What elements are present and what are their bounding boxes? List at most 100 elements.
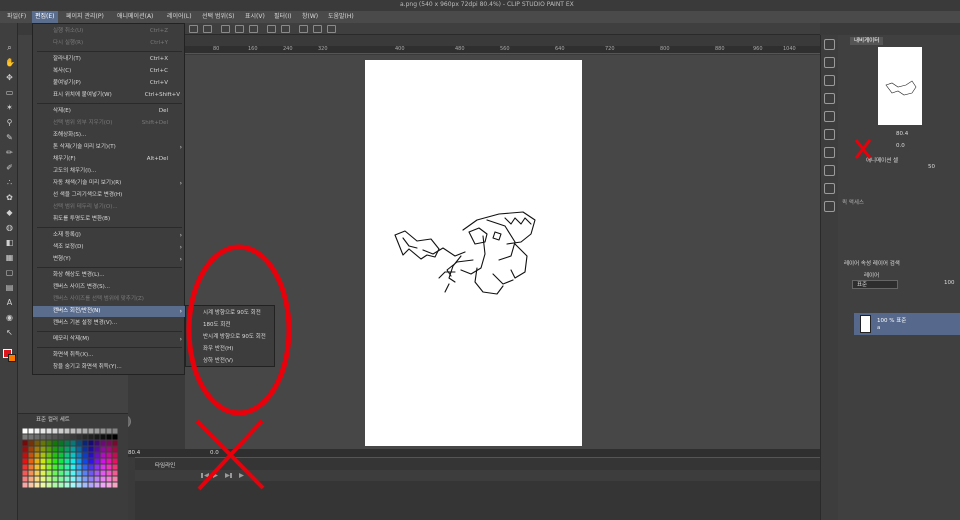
- color-swatch[interactable]: [100, 446, 106, 452]
- redo-icon[interactable]: [203, 25, 212, 33]
- color-swatch[interactable]: [28, 482, 34, 488]
- color-swatch[interactable]: [58, 434, 64, 440]
- color-swatch[interactable]: [34, 440, 40, 446]
- color-swatch[interactable]: [58, 440, 64, 446]
- color-swatch[interactable]: [76, 428, 82, 434]
- menu-item-auto-color[interactable]: 자동 채색(기술 미리 보기)(R) ›: [33, 178, 186, 189]
- color-swatch[interactable]: [88, 470, 94, 476]
- color-swatch[interactable]: [52, 476, 58, 482]
- color-swatch[interactable]: [46, 482, 52, 488]
- text-icon[interactable]: A: [5, 298, 14, 307]
- color-swatch[interactable]: [64, 476, 70, 482]
- color-swatch[interactable]: [58, 458, 64, 464]
- color-swatch[interactable]: [34, 434, 40, 440]
- color-swatch[interactable]: [100, 464, 106, 470]
- menu-selection[interactable]: 선택 범위(S): [199, 11, 237, 23]
- color-swatch[interactable]: [76, 470, 82, 476]
- canvas-paper[interactable]: [365, 60, 582, 446]
- color-swatch[interactable]: [40, 464, 46, 470]
- quick-access-tab[interactable]: 퀵 액세스: [842, 198, 864, 206]
- color-swatch[interactable]: [88, 434, 94, 440]
- color-swatch[interactable]: [82, 482, 88, 488]
- color-swatch[interactable]: [100, 482, 106, 488]
- color-swatch[interactable]: [46, 470, 52, 476]
- layer-opacity-value[interactable]: 100: [944, 280, 955, 286]
- undo-icon[interactable]: [189, 25, 198, 33]
- color-swatch[interactable]: [76, 446, 82, 452]
- color-swatch[interactable]: [34, 428, 40, 434]
- color-swatch[interactable]: [22, 446, 28, 452]
- menu-item-stroke-selection[interactable]: 선택 범위 테두리 넣기(O)...: [33, 202, 186, 213]
- panel-toggle-icon[interactable]: [824, 57, 835, 68]
- color-swatch[interactable]: [94, 434, 100, 440]
- color-swatch[interactable]: [46, 434, 52, 440]
- deselect-icon[interactable]: [267, 25, 276, 33]
- menu-view[interactable]: 표시(V): [242, 11, 268, 23]
- grid-snap-icon[interactable]: [327, 25, 336, 33]
- color-swatch-grid[interactable]: [22, 428, 122, 490]
- panel-toggle-icon[interactable]: [824, 165, 835, 176]
- cel-opacity-value[interactable]: 50: [928, 164, 935, 170]
- playback-icons[interactable]: [199, 470, 319, 481]
- ruler-snap-icon[interactable]: [313, 25, 322, 33]
- color-swatch[interactable]: [70, 452, 76, 458]
- menu-item-fit-canvas-to-selection[interactable]: 캔버스 사이즈를 선택 범위에 맞추기(Z): [33, 294, 186, 305]
- color-swatch[interactable]: [112, 452, 118, 458]
- color-swatch[interactable]: [106, 428, 112, 434]
- color-swatch[interactable]: [58, 428, 64, 434]
- panel-toggle-icon[interactable]: [824, 93, 835, 104]
- color-swatch[interactable]: [70, 434, 76, 440]
- animation-cel-tab[interactable]: 애니메이션 셀: [866, 156, 898, 164]
- menu-item-cut[interactable]: 잘라내기(T) Ctrl+X: [33, 54, 186, 65]
- color-swatch[interactable]: [106, 482, 112, 488]
- airbrush-icon[interactable]: ∴: [5, 178, 14, 187]
- color-swatch[interactable]: [58, 464, 64, 470]
- color-swatch[interactable]: [76, 452, 82, 458]
- color-swatch[interactable]: [52, 440, 58, 446]
- color-swatch[interactable]: [52, 470, 58, 476]
- color-swatch[interactable]: [82, 440, 88, 446]
- color-swatch[interactable]: [28, 476, 34, 482]
- color-swatch[interactable]: [94, 470, 100, 476]
- color-swatch[interactable]: [82, 458, 88, 464]
- color-swatch[interactable]: [70, 428, 76, 434]
- color-swatch[interactable]: [112, 446, 118, 452]
- panel-toggle-icon[interactable]: [824, 75, 835, 86]
- menu-file[interactable]: 파일(F): [4, 11, 29, 23]
- layer-row[interactable]: 100 % 표준 a: [854, 313, 960, 335]
- color-swatch[interactable]: [94, 476, 100, 482]
- menu-item-clear-memory[interactable]: 메모리 삭제(M) ›: [33, 334, 186, 345]
- color-swatch[interactable]: [76, 458, 82, 464]
- color-swatch[interactable]: [22, 428, 28, 434]
- color-swatch[interactable]: [58, 446, 64, 452]
- auto-select-icon[interactable]: ✶: [5, 103, 14, 112]
- color-swatch[interactable]: [94, 458, 100, 464]
- color-swatch[interactable]: [40, 452, 46, 458]
- color-swatch[interactable]: [100, 434, 106, 440]
- color-swatch[interactable]: [22, 476, 28, 482]
- color-swatch[interactable]: [52, 464, 58, 470]
- navigator-zoom[interactable]: 80.4: [896, 131, 908, 137]
- color-swatch[interactable]: [106, 440, 112, 446]
- color-swatch[interactable]: [64, 434, 70, 440]
- move-icon[interactable]: ✥: [5, 73, 14, 82]
- color-swatch[interactable]: [106, 434, 112, 440]
- correction-icon[interactable]: ↖: [5, 328, 14, 337]
- menu-item-canvas-size[interactable]: 캔버스 사이즈 변경(S)...: [33, 282, 186, 293]
- balloon-icon[interactable]: ◉: [5, 313, 14, 322]
- menu-item-delete-tone[interactable]: 톤 삭제(기술 미리 보기)(T) ›: [33, 142, 186, 153]
- gradient-icon[interactable]: ▦: [5, 253, 14, 262]
- timeline-tab[interactable]: 타임라인: [155, 461, 175, 469]
- layer-property-tabs[interactable]: 레이어 속성 레이어 검색: [844, 259, 900, 267]
- panel-toggle-icon[interactable]: [824, 183, 835, 194]
- color-swatch[interactable]: [94, 464, 100, 470]
- menu-animation[interactable]: 애니메이션(A): [114, 11, 156, 23]
- color-swatch[interactable]: [70, 446, 76, 452]
- zoom-readout[interactable]: 80.4: [128, 449, 140, 457]
- layer-tab[interactable]: 레이어: [864, 271, 879, 279]
- color-swatch[interactable]: [82, 464, 88, 470]
- color-swatch[interactable]: [100, 476, 106, 482]
- color-swatch[interactable]: [40, 428, 46, 434]
- blend-mode-select[interactable]: 표준: [852, 280, 898, 289]
- color-swatch[interactable]: [112, 458, 118, 464]
